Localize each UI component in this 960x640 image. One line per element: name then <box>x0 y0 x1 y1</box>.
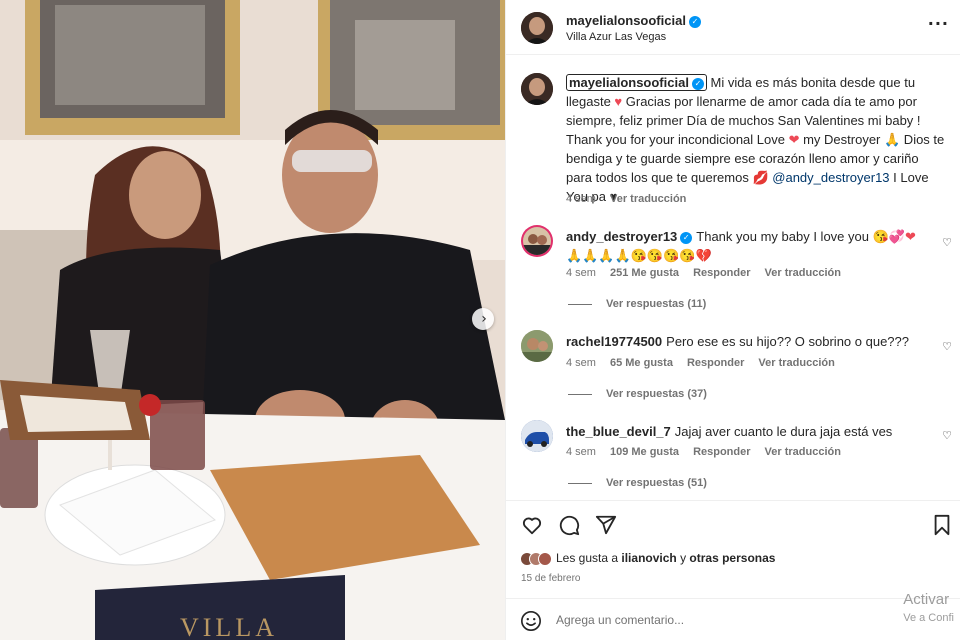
windows-activation-watermark: Activar Ve a Confi <box>903 590 954 628</box>
comment-like-icon[interactable]: ♡ <box>942 236 952 249</box>
praying-hands-emoji-icon: 🙏 <box>884 132 901 147</box>
heart-emoji-icon: 💞❤ <box>888 229 916 244</box>
view-replies-button[interactable]: Ver respuestas (51) <box>568 477 707 489</box>
heart-icon[interactable] <box>521 514 543 536</box>
author-username-text[interactable]: mayelialonsooficial <box>566 13 686 28</box>
view-replies-button[interactable]: Ver respuestas (11) <box>568 298 706 310</box>
heart-emoji-icon: 💔 <box>695 248 712 263</box>
comment-username[interactable]: the_blue_devil_7 <box>566 424 671 439</box>
view-replies-label[interactable]: Ver respuestas (51) <box>606 477 707 489</box>
comment-input[interactable] <box>556 609 896 631</box>
comment-1: andy_destroyer13 ✓ Thank you my baby I lov… <box>566 227 936 265</box>
view-replies-button[interactable]: Ver respuestas (37) <box>568 388 707 400</box>
likes-others-link[interactable]: otras personas <box>689 551 775 565</box>
comment-username-text[interactable]: andy_destroyer13 <box>566 229 677 244</box>
likes-user-link[interactable]: ilianovich <box>621 551 676 565</box>
comment-avatar[interactable] <box>521 330 553 362</box>
comment-likes[interactable]: 251 Me gusta <box>610 267 679 279</box>
comment-avatar[interactable] <box>521 420 553 452</box>
verified-badge-icon: ✓ <box>680 231 693 244</box>
caption-time: 4 sem <box>566 193 596 205</box>
post-location[interactable]: Villa Azur Las Vegas <box>566 31 666 43</box>
comment-reply-button[interactable]: Responder <box>693 267 750 279</box>
replies-divider <box>568 393 592 395</box>
comment-username[interactable]: rachel19774500 <box>566 334 662 349</box>
bookmark-icon[interactable] <box>932 514 952 536</box>
likes-prefix: Les gusta a <box>556 551 622 565</box>
caption-text-3: my Destroyer <box>799 132 884 147</box>
red-heart-emoji-icon: ❤ <box>788 132 800 147</box>
kiss-lips-emoji-icon: 💋 <box>752 170 769 185</box>
comment-reply-button[interactable]: Responder <box>687 357 744 369</box>
verified-badge-icon: ✓ <box>688 15 701 28</box>
comment-meta: 4 sem 109 Me gusta Responder Ver traducción <box>566 446 841 458</box>
caption-author-avatar[interactable] <box>521 73 553 105</box>
likes-suffix: y <box>676 551 690 565</box>
comment-time: 4 sem <box>566 267 596 279</box>
view-replies-label[interactable]: Ver respuestas (11) <box>606 298 706 310</box>
comment-translate-link[interactable]: Ver traducción <box>765 446 841 458</box>
comment-username[interactable]: andy_destroyer13 ✓ <box>566 229 693 244</box>
watermark-line-1: Activar <box>903 591 950 608</box>
watermark-line-2: Ve a Confi <box>903 612 954 624</box>
comment-2: rachel19774500 Pero ese es su hijo?? O so… <box>566 332 936 351</box>
comment-likes[interactable]: 65 Me gusta <box>610 357 673 369</box>
post-header: mayelialonsooficial ✓ Villa Azur Las Vega… <box>506 0 960 55</box>
emoji-sequence: 🙏🙏🙏🙏😘😘😘😘 <box>566 248 696 263</box>
comment-text: Thank you my baby I love you <box>696 229 873 244</box>
comment-meta: 4 sem 251 Me gusta Responder Ver traducción <box>566 267 841 279</box>
caption-meta: 4 sem Ver traducción <box>566 193 686 205</box>
share-icon[interactable] <box>595 514 617 536</box>
post-caption: mayelialonsooficial ✓ Mi vida es más boni… <box>566 73 946 206</box>
emoji-sequence: 😘 <box>872 229 889 244</box>
verified-badge-icon: ✓ <box>691 77 704 90</box>
comment-reply-button[interactable]: Responder <box>693 446 750 458</box>
post-actions: Les gusta a ilianovich y otras personas … <box>506 500 960 640</box>
next-photo-button[interactable]: › <box>472 308 494 330</box>
comment-like-icon[interactable]: ♡ <box>942 340 952 353</box>
comment-like-icon[interactable]: ♡ <box>942 429 952 442</box>
post-panel: mayelialonsooficial ✓ Villa Azur Las Vega… <box>505 0 960 640</box>
comment-icon[interactable] <box>558 514 580 536</box>
comment-translate-link[interactable]: Ver traducción <box>765 267 841 279</box>
caption-translate-link[interactable]: Ver traducción <box>610 193 686 205</box>
more-options-icon[interactable]: ··· <box>928 14 949 33</box>
replies-divider <box>568 482 592 484</box>
author-username[interactable]: mayelialonsooficial ✓ <box>566 13 701 28</box>
post-photo-illustration: VILLA <box>0 0 505 640</box>
comment-meta: 4 sem 65 Me gusta Responder Ver traducción <box>566 357 835 369</box>
caption-mention-link[interactable]: @andy_destroyer13 <box>772 170 889 185</box>
comment-time: 4 sem <box>566 357 596 369</box>
menu-text: VILLA <box>180 613 278 640</box>
liker-avatars[interactable] <box>520 551 552 567</box>
comment-text: Pero ese es su hijo?? O sobrino o que??? <box>666 334 909 349</box>
post-photo[interactable]: VILLA › <box>0 0 505 640</box>
chevron-right-icon: › <box>481 311 487 327</box>
view-replies-label[interactable]: Ver respuestas (37) <box>606 388 707 400</box>
author-avatar[interactable] <box>521 12 553 44</box>
replies-divider <box>568 303 592 305</box>
comment-translate-link[interactable]: Ver traducción <box>758 357 834 369</box>
emoji-picker-icon[interactable] <box>520 610 542 632</box>
caption-username[interactable]: mayelialonsooficial ✓ <box>566 74 707 91</box>
comment-avatar[interactable] <box>521 225 553 257</box>
comment-3: the_blue_devil_7 Jajaj aver cuanto le dur… <box>566 422 936 441</box>
likes-summary: Les gusta a ilianovich y otras personas <box>520 551 775 567</box>
add-comment-bar <box>506 598 960 640</box>
post-date[interactable]: 15 de febrero <box>521 573 581 584</box>
comment-likes[interactable]: 109 Me gusta <box>610 446 679 458</box>
heart-emoji-icon: ♥ <box>614 94 623 109</box>
caption-username-text[interactable]: mayelialonsooficial <box>569 75 689 90</box>
comment-text: Jajaj aver cuanto le dura jaja está ves <box>674 424 893 439</box>
comment-time: 4 sem <box>566 446 596 458</box>
